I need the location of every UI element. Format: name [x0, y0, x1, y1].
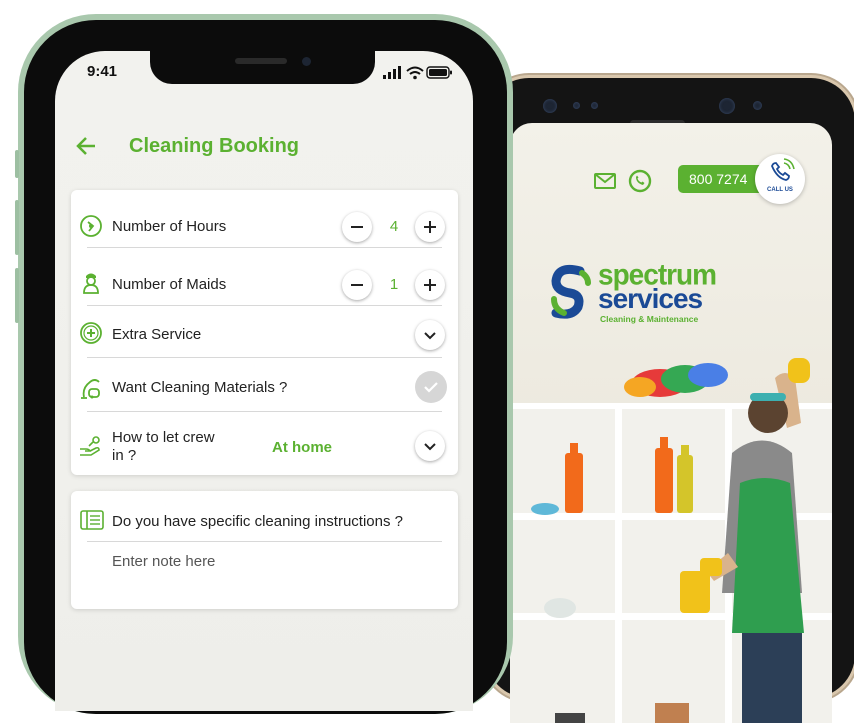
spectrum-logo-icon — [551, 264, 591, 319]
crew-access-label-line2: in ? — [112, 447, 137, 464]
notch — [150, 51, 375, 84]
hours-decrement-button[interactable] — [342, 212, 372, 242]
instructions-note-input[interactable]: Enter note here — [112, 553, 215, 570]
maids-label: Number of Maids — [112, 276, 227, 293]
materials-row[interactable]: Want Cleaning Materials ? — [71, 358, 458, 412]
extra-service-row[interactable]: Extra Service — [71, 306, 458, 358]
android-camera-row — [485, 96, 854, 127]
whatsapp-icon[interactable] — [628, 169, 652, 193]
minus-icon — [351, 284, 363, 286]
phone-number-text: 800 7274 — [689, 171, 748, 187]
call-us-label: CALL US — [767, 187, 793, 193]
chevron-down-icon — [424, 443, 436, 451]
status-icons — [383, 66, 452, 80]
app-header: Cleaning Booking — [55, 121, 473, 171]
phone-call-icon — [771, 158, 795, 181]
cleaning-lady-photo — [510, 358, 832, 723]
maids-row: Number of Maids 1 — [71, 248, 458, 306]
crew-access-dropdown-button[interactable] — [415, 431, 445, 461]
maid-icon — [83, 273, 99, 294]
front-camera-icon — [719, 98, 735, 114]
hours-row: Number of Hours 4 — [71, 190, 458, 248]
maids-count: 1 — [389, 276, 399, 293]
front-camera-icon — [543, 99, 557, 113]
plus-icon — [424, 221, 436, 233]
android-screen: 800 7274 CALL US spectrum services Clean… — [510, 123, 832, 723]
instructions-divider — [87, 541, 442, 542]
materials-label: Want Cleaning Materials ? — [112, 379, 288, 396]
maids-decrement-button[interactable] — [342, 270, 372, 300]
plus-icon — [424, 279, 436, 291]
iphone-screen: 9:41 Cleaning Booking Number of Hours 4 … — [55, 51, 473, 711]
extra-service-label: Extra Service — [112, 326, 202, 343]
battery-icon — [426, 66, 452, 79]
sensor-icon — [573, 102, 580, 109]
materials-checkbox[interactable] — [415, 371, 447, 403]
front-camera-icon — [302, 57, 311, 66]
page-title: Cleaning Booking — [129, 135, 299, 157]
status-time: 9:41 — [87, 63, 118, 80]
check-icon — [424, 382, 438, 393]
clock-cleaning-icon — [80, 215, 102, 237]
hours-increment-button[interactable] — [415, 212, 445, 242]
android-phone-frame: 800 7274 CALL US spectrum services Clean… — [485, 78, 854, 723]
chevron-down-icon — [424, 332, 436, 340]
crew-access-value: At home — [272, 439, 332, 456]
sensor-icon — [591, 102, 598, 109]
call-us-button[interactable]: CALL US — [755, 154, 805, 204]
mute-switch — [15, 150, 19, 178]
crew-access-label: How to let crew in ? — [112, 429, 215, 465]
crew-access-row[interactable]: How to let crew in ? At home — [71, 412, 458, 475]
sensor-icon — [753, 101, 762, 110]
instructions-label: Do you have specific cleaning instructio… — [112, 513, 403, 530]
notebook-icon — [80, 510, 104, 530]
hand-key-icon — [80, 436, 100, 456]
logo-text-services: services — [598, 283, 703, 314]
booking-options-card: Number of Hours 4 Number of Maids 1 Extr… — [71, 190, 458, 475]
volume-down-button — [15, 268, 19, 323]
volume-up-button — [15, 200, 19, 255]
crew-access-label-line1: How to let crew — [112, 429, 215, 446]
extra-service-expand-button[interactable] — [415, 320, 445, 350]
back-arrow-icon[interactable] — [75, 135, 97, 157]
wifi-icon — [406, 66, 424, 80]
hours-count: 4 — [389, 218, 399, 235]
logo-tagline: Cleaning & Maintenance — [600, 314, 699, 324]
vacuum-cleaner-icon — [81, 379, 100, 399]
plus-circle-icon — [80, 322, 102, 344]
maids-increment-button[interactable] — [415, 270, 445, 300]
hours-label: Number of Hours — [112, 218, 227, 235]
signal-icon — [383, 66, 401, 79]
minus-icon — [351, 226, 363, 228]
mail-icon[interactable] — [594, 173, 616, 189]
instructions-card: Do you have specific cleaning instructio… — [71, 491, 458, 609]
earpiece — [235, 58, 287, 64]
